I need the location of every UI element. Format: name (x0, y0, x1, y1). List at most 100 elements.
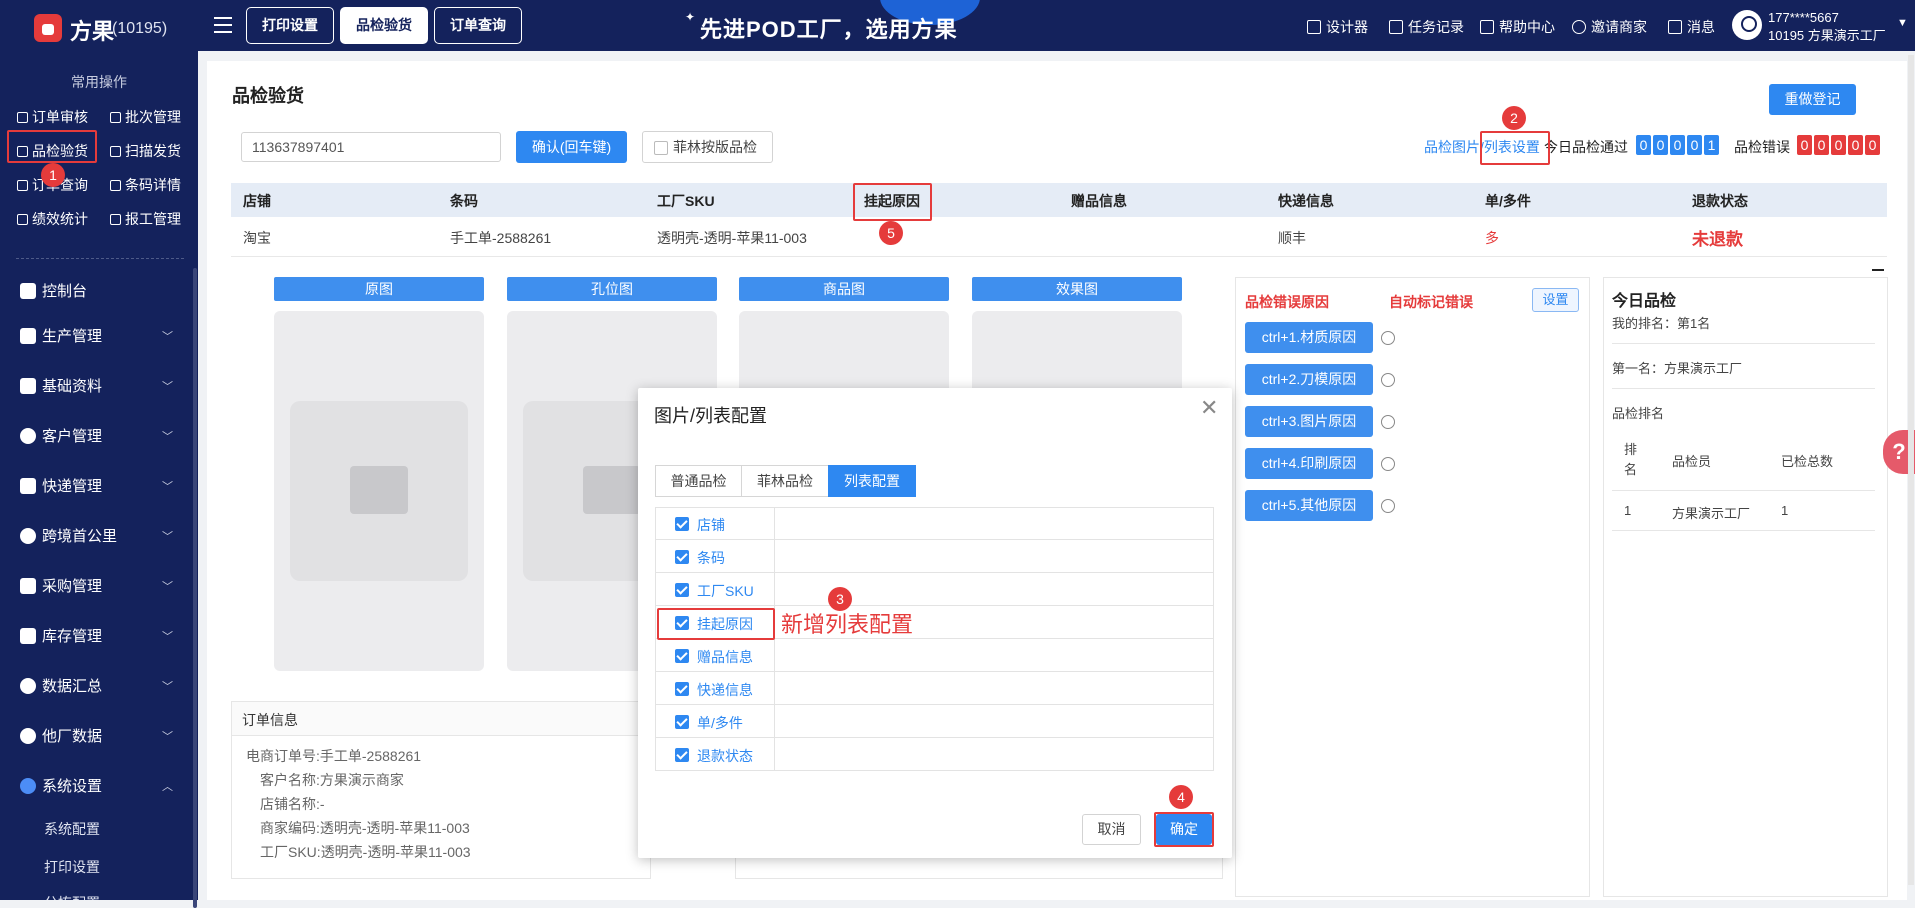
sidebar-scrollbar[interactable] (193, 268, 197, 908)
subnav-print-settings[interactable]: 打印设置 (44, 857, 100, 877)
redo-register-button[interactable]: 重做登记 (1769, 84, 1856, 115)
nav-other-factory[interactable]: 他厂数据 (20, 725, 102, 746)
chevron-down-icon[interactable]: ﹀ (162, 528, 173, 544)
chevron-up-icon[interactable]: ︿ (162, 778, 173, 794)
reason-other-button[interactable]: ctrl+5.其他原因 (1245, 490, 1373, 521)
barcode-input[interactable] (241, 132, 501, 162)
task-record-link[interactable]: 任务记录 (1389, 17, 1464, 37)
column-label-barcode: 条码 (697, 550, 725, 566)
quick-op-order-review[interactable]: 订单审核 (17, 107, 88, 127)
chevron-down-icon[interactable]: ﹀ (162, 328, 173, 344)
tab-error-reason[interactable]: 品检错误原因 (1245, 292, 1329, 312)
tab-effect-image[interactable]: 效果图 (972, 277, 1182, 301)
menu-toggle-icon[interactable] (214, 17, 232, 33)
chevron-down-icon[interactable]: ▼ (1897, 17, 1908, 29)
column-checkbox-refund-status[interactable] (675, 748, 689, 762)
nav-console[interactable]: 控制台 (20, 280, 87, 301)
nav-base-data[interactable]: 基础资料 (20, 375, 102, 396)
step-badge: 5 (879, 221, 903, 245)
nav-customers[interactable]: 客户管理 (20, 425, 102, 446)
designer-link[interactable]: 设计器 (1307, 17, 1368, 37)
nav-express[interactable]: 快递管理 (20, 475, 102, 496)
cancel-button[interactable]: 取消 (1082, 814, 1141, 845)
dialog-title: 图片/列表配置 (654, 406, 768, 426)
tab-product-image[interactable]: 商品图 (739, 277, 949, 301)
column-checkbox-express-info[interactable] (675, 682, 689, 696)
nav-system-settings[interactable]: 系统设置 (20, 775, 102, 796)
reason-radio[interactable] (1381, 415, 1395, 429)
chevron-down-icon[interactable]: ﹀ (162, 728, 173, 744)
col-rank: 排名 (1624, 442, 1638, 477)
step-badge: 4 (1169, 785, 1193, 809)
subnav-sort-config[interactable]: 分拣配置 (44, 893, 100, 900)
divider (1612, 490, 1875, 491)
chevron-down-icon[interactable]: ﹀ (162, 578, 173, 594)
tab-print-settings[interactable]: 打印设置 (246, 7, 334, 44)
divider (1612, 388, 1875, 389)
nav-inventory[interactable]: 库存管理 (20, 625, 102, 646)
col-refund-status: 退款状态 (1692, 193, 1748, 209)
column-checkbox-single-multi[interactable] (675, 715, 689, 729)
column-checkbox-factory-sku[interactable] (675, 583, 689, 597)
col-shop: 店铺 (243, 193, 271, 209)
divider (1612, 530, 1875, 531)
quick-op-scan-ship[interactable]: 扫描发货 (110, 141, 181, 161)
subnav-system-config[interactable]: 系统配置 (44, 819, 100, 839)
chevron-down-icon[interactable]: ﹀ (162, 428, 173, 444)
reason-die-button[interactable]: ctrl+2.刀模原因 (1245, 364, 1373, 395)
tab-normal-qc[interactable]: 普通品检 (655, 465, 742, 497)
qc-error-label: 品检错误 (1734, 139, 1790, 155)
page-scrollbar[interactable] (1908, 55, 1914, 885)
bar-chart-icon[interactable] (1872, 258, 1884, 271)
tab-order-query[interactable]: 订单查询 (434, 7, 522, 44)
non-forest-checkbox[interactable]: 菲林按版品检 (642, 131, 773, 163)
chevron-down-icon[interactable]: ﹀ (162, 378, 173, 394)
column-checkbox-shop[interactable] (675, 517, 689, 531)
close-icon[interactable]: ✕ (1200, 395, 1218, 421)
column-checkbox-barcode[interactable] (675, 550, 689, 564)
column-label-shop: 店铺 (697, 517, 725, 533)
quick-op-performance[interactable]: 绩效统计 (17, 209, 88, 229)
nav-data-summary[interactable]: 数据汇总 (20, 675, 102, 696)
nav-cross-border[interactable]: 跨境首公里 (20, 525, 117, 546)
help-center-link[interactable]: 帮助中心 (1480, 17, 1555, 37)
reason-radio[interactable] (1381, 457, 1395, 471)
nav-production[interactable]: 生产管理 (20, 325, 102, 346)
reason-radio[interactable] (1381, 331, 1395, 345)
settings-button[interactable]: 设置 (1532, 288, 1579, 312)
qc-error-counter: 0 0 0 0 0 (1797, 135, 1880, 155)
tab-auto-mark[interactable]: 自动标记错误 (1389, 292, 1473, 312)
check-icon (17, 112, 28, 123)
quick-op-work-report[interactable]: 报工管理 (110, 209, 181, 229)
messages-link[interactable]: 消息 (1668, 17, 1715, 37)
avatar[interactable] (1732, 10, 1762, 40)
quick-op-batch[interactable]: 批次管理 (110, 107, 181, 127)
reason-radio[interactable] (1381, 373, 1395, 387)
image-settings-link[interactable]: 品检图片 (1424, 139, 1480, 155)
tab-hole-image[interactable]: 孔位图 (507, 277, 717, 301)
chevron-down-icon[interactable]: ﹀ (162, 678, 173, 694)
order-row: 电商订单号:手工单-2588261 (246, 748, 422, 764)
tab-original-image[interactable]: 原图 (274, 277, 484, 301)
today-pass-label: 今日品检通过 (1544, 139, 1628, 155)
tab-film-qc[interactable]: 菲林品检 (741, 465, 829, 497)
chevron-down-icon[interactable]: ﹀ (162, 478, 173, 494)
inspector-cell: 方果演示工厂 (1672, 506, 1751, 521)
quick-op-barcode[interactable]: 条码详情 (110, 175, 181, 195)
tab-list-config[interactable]: 列表配置 (828, 465, 916, 497)
column-checkbox-gift-info[interactable] (675, 649, 689, 663)
customer-icon (20, 428, 36, 444)
nav-purchase[interactable]: 采购管理 (20, 575, 102, 596)
reason-material-button[interactable]: ctrl+1.材质原因 (1245, 322, 1373, 353)
reason-image-button[interactable]: ctrl+3.图片原因 (1245, 406, 1373, 437)
rank-cell: 1 (1624, 503, 1632, 518)
tab-quality-check[interactable]: 品检验货 (340, 7, 428, 44)
cell-refund-status: 未退款 (1692, 230, 1743, 249)
reason-radio[interactable] (1381, 499, 1395, 513)
invite-merchant-link[interactable]: 邀请商家 (1572, 17, 1647, 37)
confirm-button[interactable]: 确认(回车键) (516, 131, 627, 163)
column-label-gift-info: 赠品信息 (697, 649, 753, 665)
chevron-down-icon[interactable]: ﹀ (162, 628, 173, 644)
reason-print-button[interactable]: ctrl+4.印刷原因 (1245, 448, 1373, 479)
cell-shop: 淘宝 (243, 230, 271, 246)
